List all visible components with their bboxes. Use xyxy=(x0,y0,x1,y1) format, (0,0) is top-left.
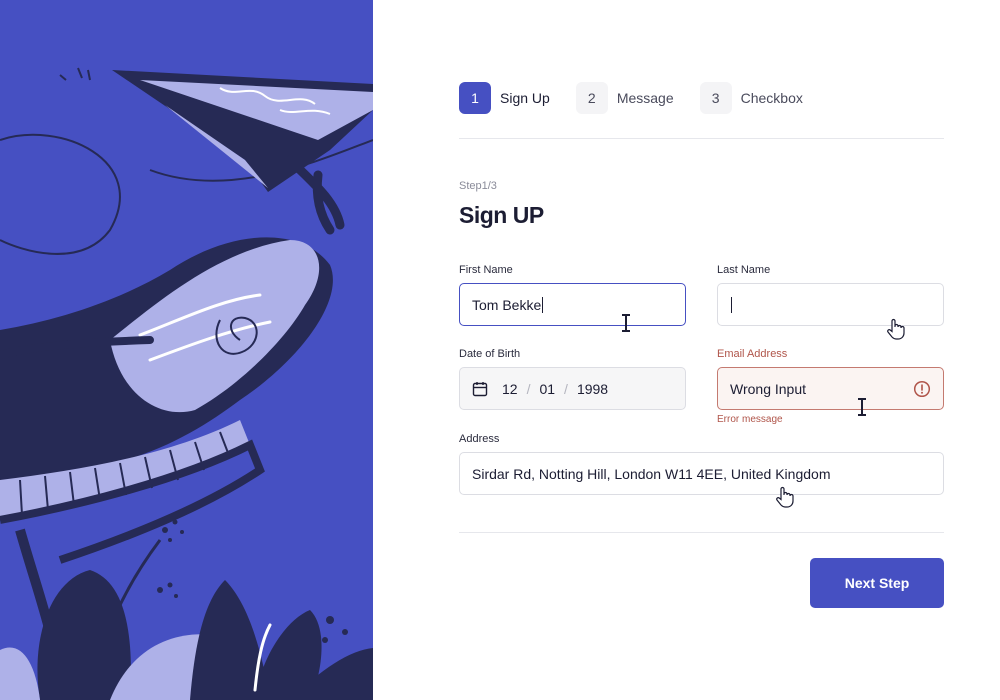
step-counter: Step1/3 xyxy=(459,180,497,192)
email-label: Email Address xyxy=(717,348,788,360)
divider xyxy=(459,532,944,533)
dob-day: 12 xyxy=(502,380,518,397)
first-name-value: Tom Bekke xyxy=(472,296,542,313)
step-number: 2 xyxy=(575,82,608,114)
next-step-button[interactable]: Next Step xyxy=(810,558,944,608)
decorative-illustration xyxy=(0,67,373,700)
step-message[interactable]: 2 Message xyxy=(575,82,674,114)
signup-form-panel: 1 Sign Up 2 Message 3 Checkbox Step1/3 S… xyxy=(373,0,1000,700)
step-number: 1 xyxy=(459,82,491,114)
last-name-label: Last Name xyxy=(717,264,771,276)
step-label: Message xyxy=(616,90,674,106)
address-field[interactable]: Sirdar Rd, Notting Hill, London W11 4EE,… xyxy=(459,452,944,495)
page-title: Sign UP xyxy=(459,202,544,228)
stepper: 1 Sign Up 2 Message 3 Checkbox xyxy=(459,82,829,114)
hand-pointer-icon xyxy=(887,318,905,340)
step-label: Checkbox xyxy=(740,90,803,106)
email-value: Wrong Input xyxy=(730,380,807,397)
step-sign-up[interactable]: 1 Sign Up xyxy=(459,82,550,114)
email-error-message: Error message xyxy=(717,414,783,425)
hand-pointer-icon xyxy=(776,486,794,508)
step-checkbox[interactable]: 3 Checkbox xyxy=(699,82,803,114)
step-number: 3 xyxy=(699,82,732,114)
alert-circle-icon xyxy=(913,380,931,401)
date-of-birth-label: Date of Birth xyxy=(459,348,521,360)
address-value: Sirdar Rd, Notting Hill, London W11 4EE,… xyxy=(472,465,831,482)
date-separator: / xyxy=(564,380,568,397)
last-name-field[interactable] xyxy=(717,283,944,326)
calendar-icon[interactable] xyxy=(472,381,488,397)
text-caret xyxy=(731,296,732,313)
first-name-field[interactable]: Tom Bekke xyxy=(459,283,686,326)
first-name-label: First Name xyxy=(459,264,513,276)
dob-year: 1998 xyxy=(576,380,609,397)
text-cursor-icon xyxy=(858,398,866,416)
illustration-panel xyxy=(0,0,373,700)
email-field[interactable]: Wrong Input xyxy=(717,367,944,410)
address-label: Address xyxy=(459,433,500,445)
step-label: Sign Up xyxy=(500,90,550,106)
date-of-birth-field[interactable]: 12 / 01 / 1998 xyxy=(459,367,686,410)
text-cursor-icon xyxy=(622,314,630,332)
text-caret xyxy=(542,296,544,313)
divider xyxy=(459,138,944,139)
dob-month: 01 xyxy=(539,380,556,397)
date-separator: / xyxy=(526,380,531,397)
